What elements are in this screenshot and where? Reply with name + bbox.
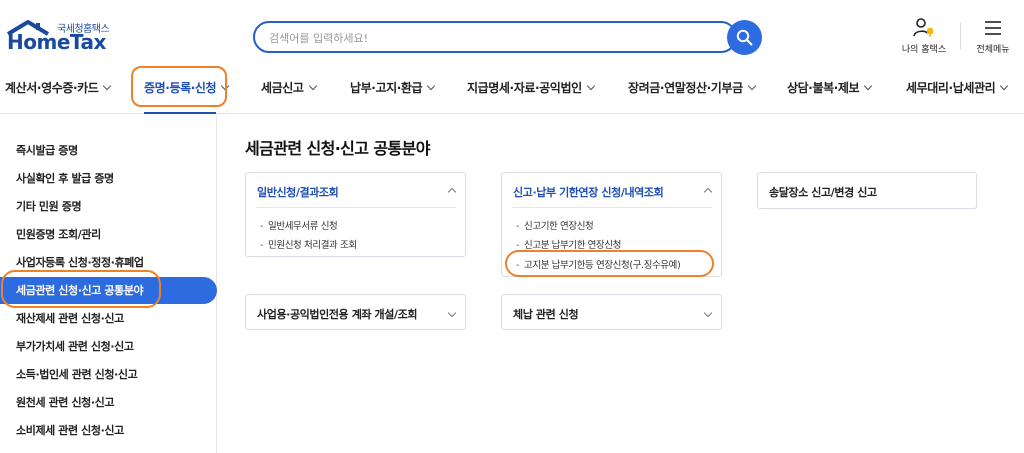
sidebar-item-consumption-tax[interactable]: 소비제세 관련 신청·신고 [0, 417, 217, 444]
all-menu-label: 전체메뉴 [976, 45, 1010, 55]
card-title[interactable]: 신고·납부 기한연장 신청/내역조회 [513, 184, 664, 200]
chevron-down-icon [426, 81, 436, 91]
sidebar-item-vat[interactable]: 부가가치세 관련 신청·신고 [0, 333, 217, 360]
my-hometax-label: 나의 홈택스 [901, 45, 947, 55]
chevron-down-icon [1000, 81, 1009, 91]
chevron-down-icon [586, 81, 595, 91]
sidebar-item-cert-manage[interactable]: 민원증명 조회/관리 [0, 221, 217, 248]
card-delinquency[interactable]: 체납 관련 신청 [501, 294, 722, 330]
search-button[interactable] [727, 20, 762, 55]
highlight-ring-link [505, 250, 714, 277]
card-general-request: 일반신청/결과조회 일반세무서류 신청 민원신청 처리결과 조회 [245, 172, 466, 257]
search-icon [736, 29, 753, 46]
link-report-extension[interactable]: 신고기한 연장신청 [516, 218, 594, 232]
header-divider [960, 23, 961, 49]
search-box [253, 21, 737, 53]
sidebar-item-property-tax[interactable]: 재산제세 관련 신청·신고 [0, 305, 217, 332]
sidebar-item-verified-cert[interactable]: 사실확인 후 발급 증명 [0, 165, 217, 192]
chevron-down-icon[interactable] [703, 308, 713, 318]
highlight-ring-nav [131, 66, 227, 107]
chevron-down-icon[interactable] [447, 308, 457, 318]
chevron-down-icon [308, 81, 317, 91]
card-divider [512, 207, 712, 208]
nav-item-statement[interactable]: 지급명세·자료·공익법인 [467, 79, 595, 96]
sidebar-item-instant-cert[interactable]: 즉시발급 증명 [0, 137, 217, 164]
chevron-down-icon [747, 81, 756, 91]
link-general-document[interactable]: 일반세무서류 신청 [260, 218, 338, 232]
nav-item-invoice[interactable]: 계산서·영수증·카드 [5, 79, 112, 96]
all-menu-button[interactable]: 전체메뉴 [970, 17, 1016, 55]
page-title: 세금관련 신청·신고 공통분야 [245, 139, 430, 158]
card-title[interactable]: 일반신청/결과조회 [257, 184, 339, 200]
nav-active-underline [144, 112, 216, 114]
card-title[interactable]: 사업용·공익법인전용 계좌 개설/조회 [257, 306, 417, 322]
highlight-ring-sidebar [1, 270, 161, 308]
chevron-down-icon [103, 81, 112, 91]
card-divider [256, 207, 456, 208]
search-input[interactable] [269, 29, 669, 47]
chevron-up-icon[interactable] [703, 187, 713, 197]
nav-item-tax-report[interactable]: 세금신고 [261, 79, 317, 96]
card-business-account[interactable]: 사업용·공익법인전용 계좌 개설/조회 [245, 294, 466, 330]
sidebar-item-other-cert[interactable]: 기타 민원 증명 [0, 193, 217, 220]
hometax-logo[interactable]: 국세청홈택스 HomeTax [6, 20, 116, 58]
chevron-down-icon [863, 81, 873, 91]
card-title[interactable]: 송달장소 신고/변경 신고 [769, 184, 877, 200]
nav-item-incentive[interactable]: 장려금·연말정산·기부금 [628, 79, 756, 96]
sidebar-item-withholding-tax[interactable]: 원천세 관련 신청·신고 [0, 389, 217, 416]
nav-item-payment[interactable]: 납부·고지·환급 [350, 79, 436, 96]
my-hometax-button[interactable]: 나의 홈택스 [896, 17, 952, 55]
nav-item-consult[interactable]: 상담·불복·제보 [787, 79, 873, 96]
link-payment-extension[interactable]: 신고분 납부기한 연장신청 [516, 237, 621, 251]
user-bell-icon [913, 18, 933, 37]
nav-item-agent[interactable]: 세무대리·납세관리 [906, 79, 1009, 96]
card-title[interactable]: 체납 관련 신청 [513, 306, 579, 322]
link-result-inquiry[interactable]: 민원신청 처리결과 조회 [260, 237, 357, 251]
hamburger-icon [985, 21, 1001, 35]
chevron-up-icon[interactable] [447, 187, 457, 197]
card-delivery-address[interactable]: 송달장소 신고/변경 신고 [757, 172, 977, 209]
header: 국세청홈택스 HomeTax 나의 홈택스 전체메뉴 [0, 0, 1024, 66]
logo-title: HomeTax [7, 30, 106, 54]
sidebar-item-income-tax[interactable]: 소득·법인세 관련 신청·신고 [0, 361, 217, 388]
